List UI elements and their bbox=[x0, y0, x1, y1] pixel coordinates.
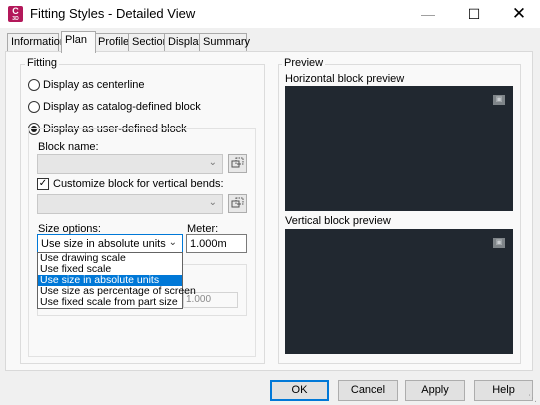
block-pick-icon bbox=[231, 197, 244, 208]
block-name-combo[interactable]: ⌄ bbox=[37, 154, 223, 174]
preview-group-label: Preview bbox=[282, 57, 326, 69]
cancel-button[interactable]: Cancel bbox=[338, 380, 398, 401]
app-icon: C 3D bbox=[8, 6, 23, 22]
radio-display-centerline[interactable]: Display as centerline bbox=[28, 79, 145, 91]
size-options-select[interactable]: Use size in absolute units ⌄ bbox=[37, 234, 183, 254]
radio-display-catalog-block[interactable]: Display as catalog-defined block bbox=[28, 101, 201, 113]
window-title: Fitting Styles - Detailed View bbox=[30, 6, 196, 21]
fitting-group-label: Fitting bbox=[25, 57, 59, 69]
tab-information[interactable]: Information bbox=[7, 33, 66, 51]
radio-label: Display as catalog-defined block bbox=[43, 101, 201, 113]
vertical-block-combo[interactable]: ⌄ bbox=[37, 194, 223, 214]
checkbox-label: Customize block for vertical bends: bbox=[53, 178, 224, 190]
pick-vertical-block-button[interactable] bbox=[228, 194, 247, 213]
chevron-down-icon: ⌄ bbox=[208, 157, 217, 168]
block-pick-icon bbox=[231, 157, 244, 168]
resize-grip-icon[interactable]: ⋱ bbox=[528, 393, 538, 403]
radio-circle bbox=[28, 79, 40, 91]
tab-profile[interactable]: Profile bbox=[94, 33, 130, 51]
apply-button[interactable]: Apply bbox=[405, 380, 465, 401]
block-name-label: Block name: bbox=[38, 141, 99, 153]
radio-circle bbox=[28, 101, 40, 113]
zoom-extents-icon[interactable]: ▣ bbox=[493, 95, 505, 105]
vertical-preview-viewport[interactable]: ▣ bbox=[285, 229, 513, 354]
ok-button[interactable]: OK bbox=[270, 380, 329, 401]
size-options-value: Use size in absolute units bbox=[41, 238, 166, 250]
tab-plan[interactable]: Plan bbox=[61, 31, 96, 53]
app-icon-sub: 3D bbox=[12, 16, 19, 22]
horizontal-preview-label: Horizontal block preview bbox=[285, 73, 405, 85]
customize-vertical-bends-checkbox[interactable]: ✓ Customize block for vertical bends: bbox=[37, 178, 224, 190]
chevron-down-icon: ⌄ bbox=[168, 237, 177, 248]
meter-input[interactable]: 1.000m bbox=[186, 234, 247, 253]
tab-section[interactable]: Section bbox=[128, 33, 169, 51]
dropdown-option-fixed-scale-part-size[interactable]: Use fixed scale from part size bbox=[38, 297, 182, 308]
help-button[interactable]: Help bbox=[474, 380, 533, 401]
check-icon: ✓ bbox=[37, 178, 49, 190]
app-icon-letter: C bbox=[12, 6, 19, 16]
size-options-dropdown-list: Use drawing scale Use fixed scale Use si… bbox=[37, 252, 196, 309]
pick-block-button[interactable] bbox=[228, 154, 247, 173]
horizontal-preview-viewport[interactable]: ▣ bbox=[285, 86, 513, 211]
maximize-button[interactable]: ☐ bbox=[452, 0, 496, 28]
tab-summary[interactable]: Summary bbox=[199, 33, 250, 51]
close-button[interactable]: ✕ bbox=[497, 0, 540, 28]
chevron-down-icon: ⌄ bbox=[208, 197, 217, 208]
minimize-button[interactable]: — bbox=[406, 0, 450, 28]
zoom-extents-icon[interactable]: ▣ bbox=[493, 238, 505, 248]
tab-display[interactable]: Display bbox=[164, 33, 204, 51]
vertical-preview-label: Vertical block preview bbox=[285, 215, 391, 227]
title-bar: C 3D Fitting Styles - Detailed View — ☐ … bbox=[0, 0, 540, 28]
radio-label: Display as centerline bbox=[43, 79, 145, 91]
